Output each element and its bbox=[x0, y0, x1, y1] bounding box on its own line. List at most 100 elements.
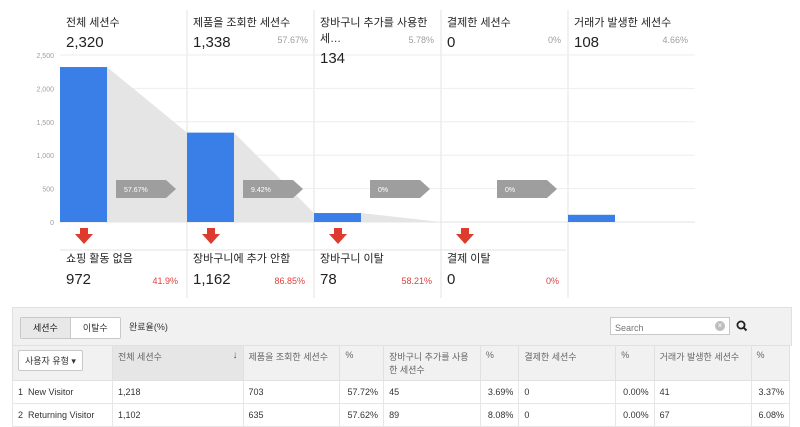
funnel-bar bbox=[60, 67, 107, 222]
tab-completion-rate[interactable]: 완료율(%) bbox=[129, 320, 168, 333]
stage-label: 전체 세션수 bbox=[66, 17, 120, 29]
funnel-shade bbox=[234, 132, 314, 222]
funnel-bar bbox=[187, 132, 234, 222]
cell: 57.72% bbox=[339, 380, 385, 404]
dropoff-arrow-icon bbox=[75, 228, 93, 244]
metric-tab-group: 세션수 이탈수 bbox=[20, 317, 121, 339]
dropoff-arrow-icon bbox=[456, 228, 474, 244]
cell: 89 bbox=[383, 403, 481, 427]
y-tick-label: 2,500 bbox=[36, 53, 54, 60]
cell: 57.62% bbox=[339, 403, 385, 427]
dropoff-label: 쇼핑 활동 없음 bbox=[66, 253, 133, 265]
conversion-rate-label: 0% bbox=[505, 187, 515, 194]
cell: 635 bbox=[242, 403, 341, 427]
dropoff-label: 결제 이탈 bbox=[447, 253, 491, 265]
cell: 45 bbox=[383, 380, 481, 404]
stage-label: 제품을 조회한 세션수 bbox=[193, 17, 291, 29]
col-checkout[interactable]: 결제한 세션수 bbox=[518, 345, 617, 381]
stage-value: 134 bbox=[320, 50, 346, 67]
dropoff-label: 장바구니 이탈 bbox=[320, 253, 384, 265]
dropoff-3: 결제 이탈 0 0% bbox=[447, 250, 565, 297]
stage-header-2: 장바구니 추가를 사용한 세… 134 5.78% bbox=[320, 14, 434, 67]
col-pct-1[interactable]: % bbox=[339, 345, 385, 381]
stage-header-0: 전체 세션수 2,320 bbox=[66, 14, 181, 51]
stage-pct: 57.67% bbox=[277, 35, 308, 45]
cell: 67 bbox=[653, 403, 752, 427]
stage-header-1: 제품을 조회한 세션수 1,338 57.67% bbox=[193, 14, 308, 51]
col-total-sessions[interactable]: 전체 세션수 ↓ bbox=[112, 345, 244, 381]
col-label: % bbox=[756, 350, 765, 360]
col-label: % bbox=[345, 350, 354, 360]
sort-down-icon[interactable]: ↓ bbox=[233, 350, 238, 361]
col-label: 거래가 발생한 세션수 bbox=[659, 352, 740, 362]
dimension-select[interactable]: 사용자 유형 ▾ bbox=[18, 350, 83, 371]
stage-value: 2,320 bbox=[66, 34, 104, 51]
y-tick-label: 500 bbox=[42, 187, 54, 194]
cell: 6.08% bbox=[750, 403, 790, 427]
conversion-rate-label: 57.67% bbox=[124, 187, 148, 194]
stage-pct: 4.66% bbox=[662, 35, 688, 45]
cell: 3.69% bbox=[479, 380, 520, 404]
col-transactions[interactable]: 거래가 발생한 세션수 bbox=[653, 345, 752, 381]
table-row[interactable]: 1 New Visitor 1,218 703 57.72% 45 3.69% … bbox=[12, 380, 790, 404]
funnel-shade bbox=[361, 213, 441, 222]
stage-pct: 5.78% bbox=[408, 35, 434, 45]
search-icon[interactable] bbox=[735, 317, 749, 335]
dropoff-1: 장바구니에 추가 안함 1,162 86.85% bbox=[193, 250, 311, 297]
dimension-header: 사용자 유형 ▾ bbox=[12, 345, 113, 381]
row-name: Returning Visitor bbox=[28, 410, 95, 420]
col-label: 제품을 조회한 세션수 bbox=[248, 352, 329, 362]
table-row[interactable]: 2 Returning Visitor 1,102 635 57.62% 89 … bbox=[12, 403, 790, 427]
funnel-table: 사용자 유형 ▾ 전체 세션수 ↓ 제품을 조회한 세션수 % 장바구니 추가를… bbox=[12, 345, 790, 427]
row-dimension[interactable]: 1 New Visitor bbox=[12, 380, 113, 404]
cell: 1,102 bbox=[112, 403, 244, 427]
dropoff-2: 장바구니 이탈 78 58.21% bbox=[320, 250, 438, 297]
row-dimension[interactable]: 2 Returning Visitor bbox=[12, 403, 113, 427]
dropoff-pct: 58.21% bbox=[401, 276, 432, 286]
funnel-bar bbox=[314, 213, 361, 222]
table-header-row: 사용자 유형 ▾ 전체 세션수 ↓ 제품을 조회한 세션수 % 장바구니 추가를… bbox=[12, 345, 790, 381]
cell: 0.00% bbox=[615, 380, 655, 404]
search-input[interactable] bbox=[611, 320, 709, 336]
col-label: 결제한 세션수 bbox=[524, 352, 577, 362]
col-pct-4[interactable]: % bbox=[750, 345, 790, 381]
dropoff-pct: 86.85% bbox=[274, 276, 305, 286]
funnel-bar bbox=[568, 214, 615, 222]
col-label: 전체 세션수 bbox=[118, 352, 162, 362]
cell: 0.00% bbox=[615, 403, 655, 427]
dropoff-pct: 41.9% bbox=[152, 276, 178, 286]
dropoff-arrow-icon bbox=[329, 228, 347, 244]
col-add-to-cart[interactable]: 장바구니 추가를 사용한 세션수 bbox=[383, 345, 481, 381]
col-pct-3[interactable]: % bbox=[615, 345, 655, 381]
tab-sessions[interactable]: 세션수 bbox=[21, 318, 71, 338]
row-index: 2 bbox=[18, 410, 24, 420]
col-label: 장바구니 추가를 사용한 세션수 bbox=[389, 352, 469, 375]
dropoff-pct: 0% bbox=[545, 276, 559, 286]
col-pct-2[interactable]: % bbox=[479, 345, 520, 381]
row-name: New Visitor bbox=[28, 387, 74, 397]
search-box: × bbox=[610, 317, 730, 336]
cell: 703 bbox=[242, 380, 341, 404]
stage-label: 결제한 세션수 bbox=[447, 17, 511, 29]
cell: 41 bbox=[653, 380, 752, 404]
dimension-select-label: 사용자 유형 bbox=[25, 356, 69, 366]
funnel-shade bbox=[107, 67, 187, 222]
table-controls: 세션수 이탈수 완료율(%) × bbox=[12, 307, 792, 346]
col-label: % bbox=[485, 350, 494, 360]
stage-pct: 0% bbox=[547, 35, 561, 45]
stage-header-3: 결제한 세션수 0 0% bbox=[447, 14, 561, 51]
cell: 8.08% bbox=[479, 403, 520, 427]
tab-exits[interactable]: 이탈수 bbox=[70, 318, 120, 338]
y-tick-label: 1,000 bbox=[36, 153, 54, 160]
cell: 0 bbox=[518, 380, 617, 404]
cell: 1,218 bbox=[112, 380, 244, 404]
col-viewed-product[interactable]: 제품을 조회한 세션수 bbox=[242, 345, 341, 381]
funnel-chart: 2,500 2,000 1,500 1,000 500 0 57.67% 9.42% 0% 0% … bbox=[0, 0, 800, 300]
dropoff-0: 쇼핑 활동 없음 972 41.9% bbox=[66, 250, 184, 297]
conversion-rate-label: 0% bbox=[378, 187, 388, 194]
chevron-down-icon: ▾ bbox=[71, 356, 76, 366]
stage-header-4: 거래가 발생한 세션수 108 4.66% bbox=[574, 14, 688, 51]
col-label: % bbox=[621, 350, 630, 360]
clear-icon[interactable]: × bbox=[715, 321, 725, 331]
stage-value: 0 bbox=[447, 34, 456, 51]
